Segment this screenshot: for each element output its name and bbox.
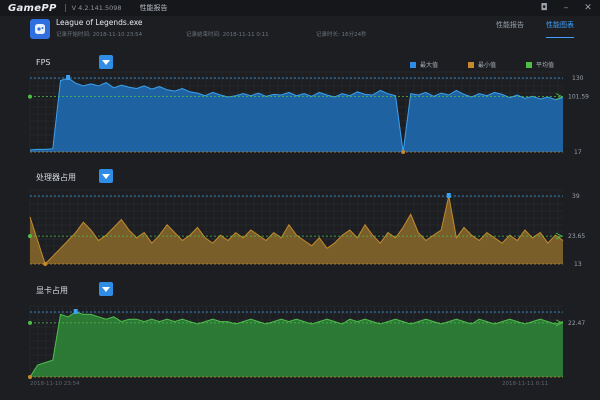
fps-chart: 130 101.59 17 bbox=[28, 71, 589, 156]
cpu-axis-max: 39 bbox=[572, 193, 580, 200]
cpu-axis-avg: 23.65 bbox=[568, 233, 585, 240]
fps-axis-avg: 101.59 bbox=[568, 94, 589, 101]
gpu-axis-avg: 22.47 bbox=[568, 320, 585, 327]
performance-charts: 130 101.59 17 39 23.65 13 22.47 bbox=[28, 71, 589, 379]
cpu-avg-marker-left bbox=[28, 234, 32, 239]
cpu-usage-chart: 39 23.65 13 bbox=[28, 189, 585, 268]
gpu-max-marker bbox=[73, 309, 78, 314]
fps-min-marker bbox=[401, 150, 406, 154]
gpu-area bbox=[30, 312, 563, 377]
fps-area bbox=[30, 78, 563, 152]
fps-avg-marker-left bbox=[28, 94, 32, 99]
cpu-min-marker bbox=[43, 262, 48, 266]
cpu-axis-min: 13 bbox=[574, 261, 582, 268]
fps-axis-max: 130 bbox=[572, 75, 584, 82]
timeline-start: 2018-11-10 23:54 bbox=[30, 381, 80, 387]
cpu-max-marker bbox=[446, 193, 451, 198]
fps-axis-min: 17 bbox=[574, 149, 582, 156]
fps-max-marker bbox=[66, 75, 71, 80]
gpu-avg-marker-left bbox=[28, 320, 32, 325]
gpu-min-marker bbox=[28, 375, 32, 379]
timeline-end: 2018-11-11 0:11 bbox=[502, 381, 549, 387]
gpu-usage-chart: 22.47 bbox=[28, 305, 585, 379]
